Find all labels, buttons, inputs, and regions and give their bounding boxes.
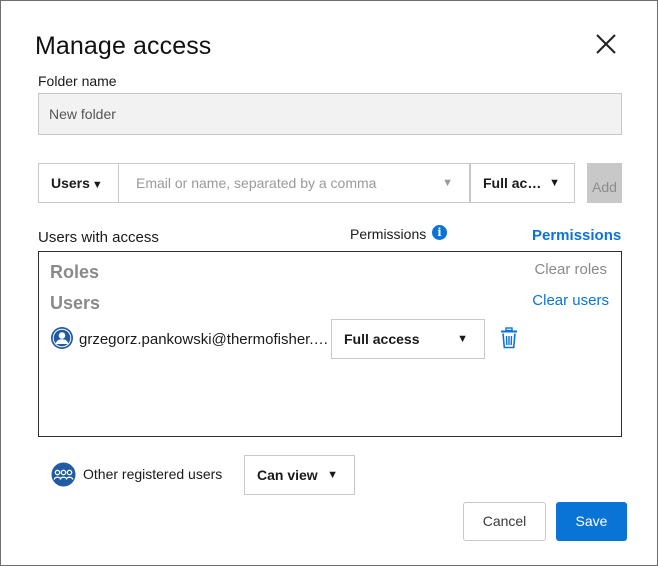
cancel-button[interactable]: Cancel [463,502,546,541]
user-avatar-icon [51,327,73,349]
save-button[interactable]: Save [556,502,627,541]
permissions-column-header: Permissions [350,226,427,242]
access-list: Roles Clear roles Users Clear users grze… [38,251,622,437]
manage-access-dialog: Manage access Folder name New folder Use… [0,0,658,566]
close-icon [596,34,616,54]
folder-name-label: Folder name [38,73,117,89]
principal-type-value: Users [51,175,90,191]
clear-roles-link: Clear roles [534,261,607,278]
user-permission-select[interactable]: Full access ▼ [331,319,485,359]
chevron-down-icon: ▼ [549,177,560,189]
other-users-permission-value: Can view [257,467,318,483]
list-item: grzegorz.pankowski@thermofisher.com Full… [50,319,610,359]
other-users-label: Other registered users [83,466,223,482]
email-input[interactable]: Email or name, separated by a comma ▼ [119,163,470,203]
new-permission-value: Full ac… [483,175,542,191]
roles-heading: Roles [50,262,100,282]
info-icon[interactable]: i [432,225,447,240]
chevron-down-icon: ▼ [457,333,468,345]
user-email: grzegorz.pankowski@thermofisher.com [79,331,332,348]
other-users-permission-select[interactable]: Can view ▼ [244,455,355,495]
chevron-down-icon: ▼ [327,469,338,481]
email-placeholder: Email or name, separated by a comma [136,175,377,191]
add-access-row: Users ▼ Email or name, separated by a com… [38,163,622,203]
trash-icon[interactable] [498,327,520,349]
clear-users-link[interactable]: Clear users [532,292,609,309]
group-icon [51,462,76,487]
principal-type-select[interactable]: Users ▼ [38,163,119,203]
folder-name-input[interactable]: New folder [38,93,622,135]
new-permission-select[interactable]: Full ac… ▼ [470,163,575,203]
users-heading: Users [50,293,101,313]
other-users-row: Other registered users Can view ▼ [51,455,371,495]
add-button[interactable]: Add [587,163,622,203]
users-with-access-label: Users with access [38,229,159,246]
chevron-down-icon: ▼ [91,179,103,191]
user-permission-value: Full access [344,331,420,347]
permissions-link[interactable]: Permissions [532,227,621,244]
chevron-down-icon: ▼ [442,177,453,189]
close-button[interactable] [593,31,619,57]
dialog-title: Manage access [35,32,212,60]
